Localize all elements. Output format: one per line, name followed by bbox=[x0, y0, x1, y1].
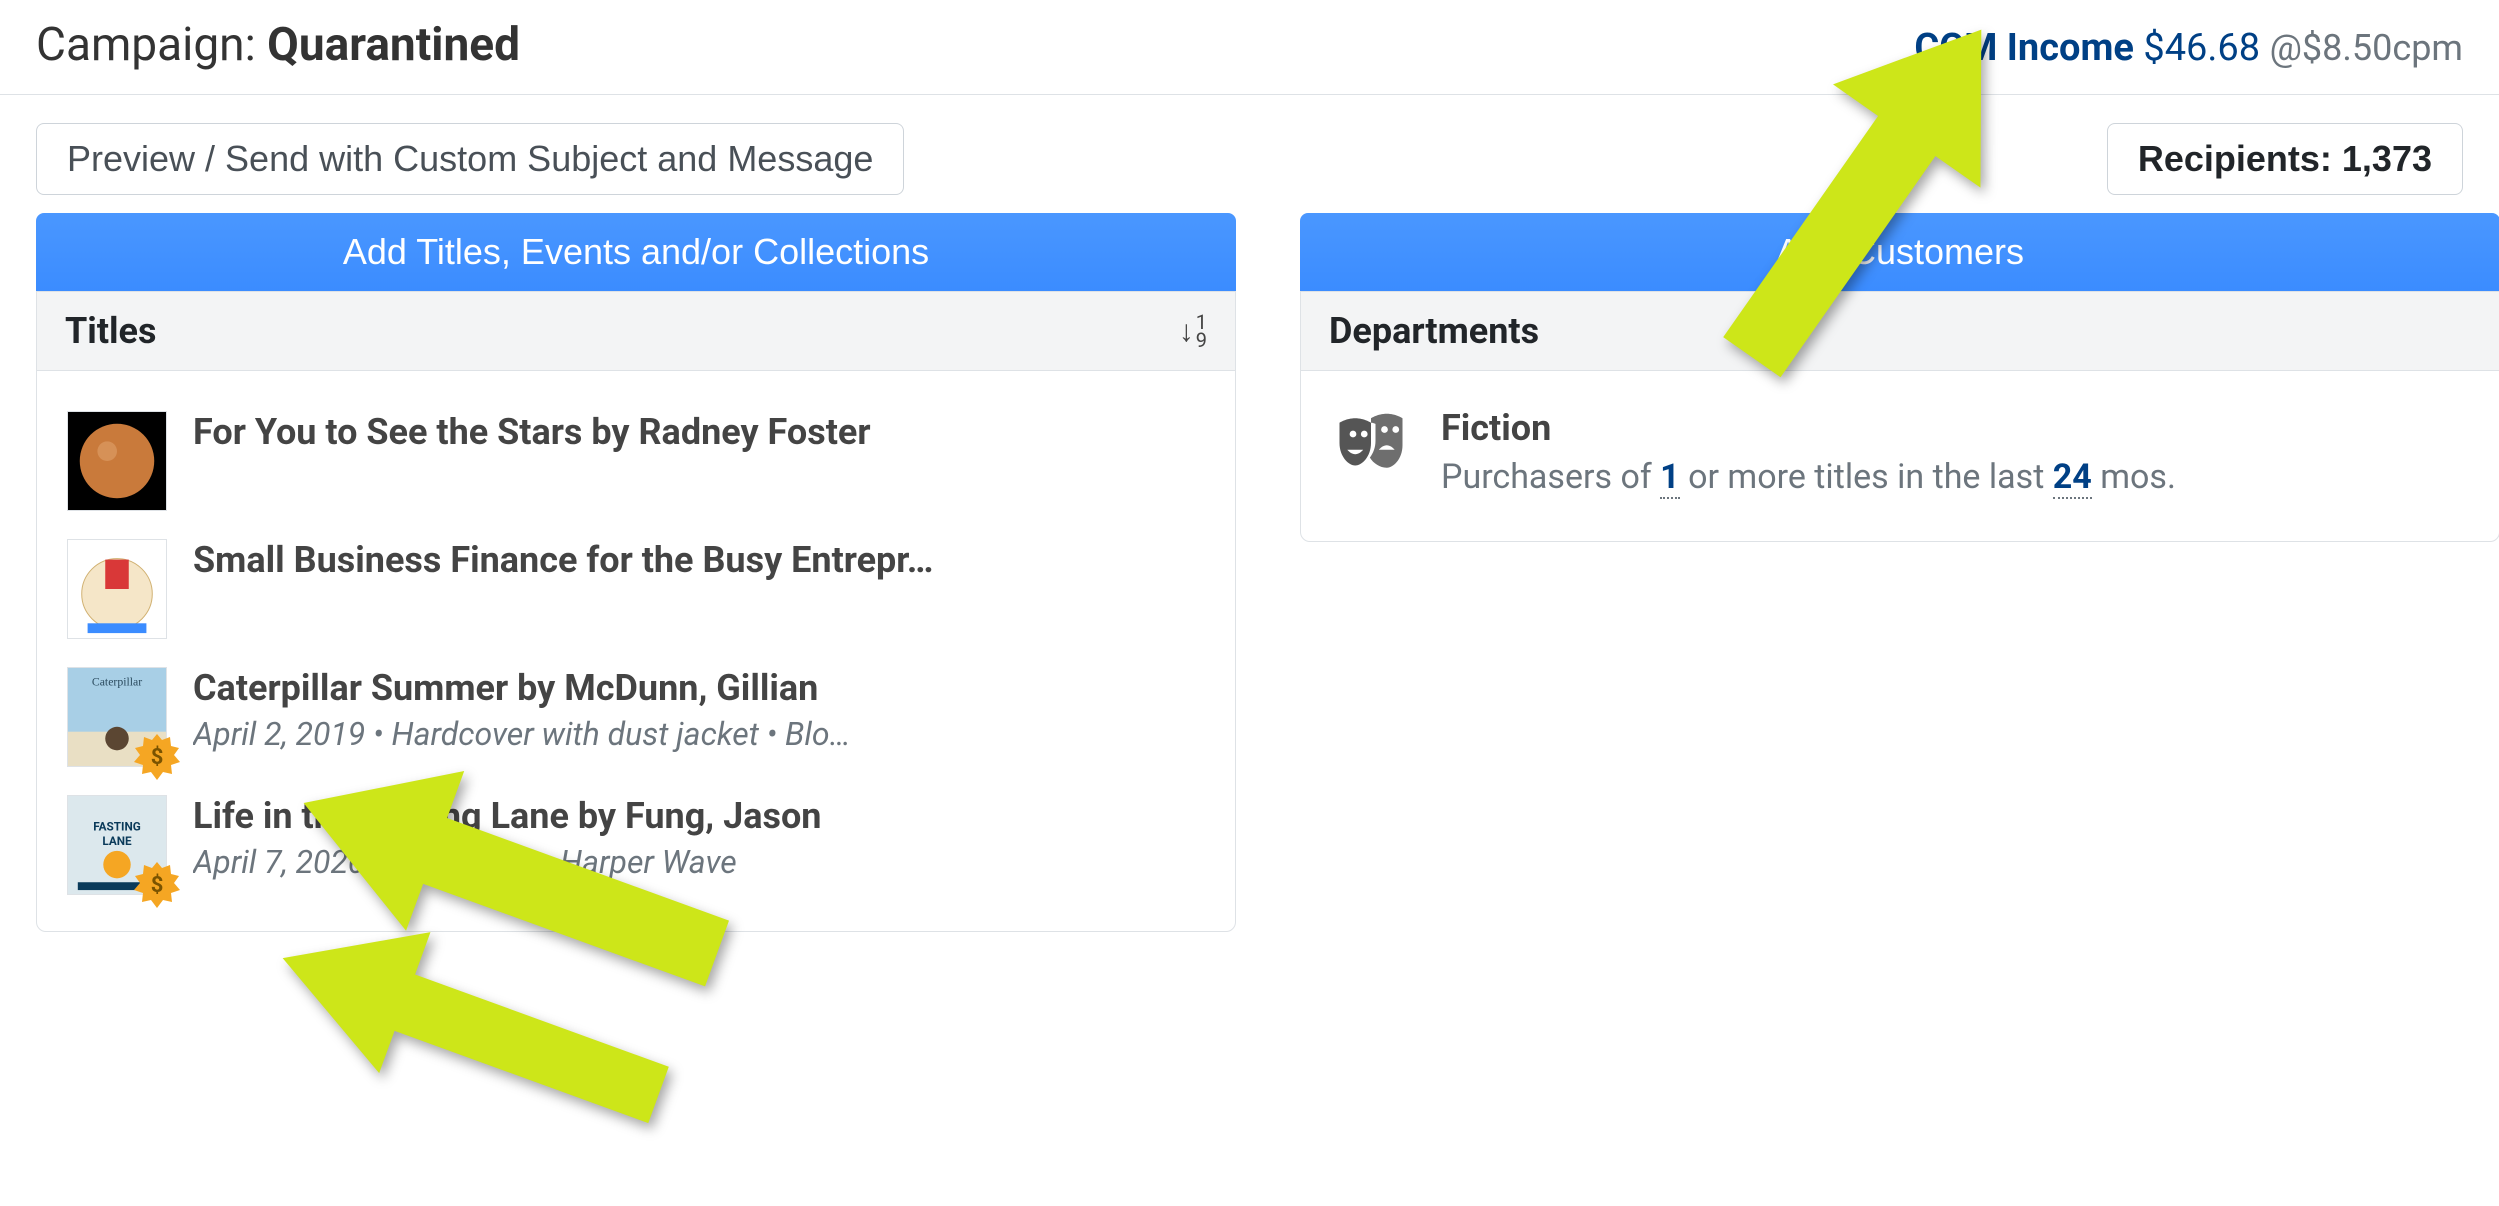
dollar-badge-icon: $ bbox=[134, 862, 180, 908]
book-thumbnail bbox=[67, 539, 167, 639]
campaign-prefix: Campaign: bbox=[36, 18, 267, 72]
campaign-name: Quarantined bbox=[267, 18, 520, 72]
titles-panel-header: Titles ↓19 bbox=[37, 292, 1235, 371]
page-title: Campaign: Quarantined bbox=[36, 18, 520, 72]
svg-text:LANE: LANE bbox=[102, 834, 132, 848]
title-name: For You to See the Stars by Radney Foste… bbox=[193, 411, 1205, 453]
add-customers-button[interactable]: Add Customers bbox=[1300, 213, 2499, 291]
preview-send-button[interactable]: Preview / Send with Custom Subject and M… bbox=[36, 123, 904, 195]
title-name: Life in the Fasting Lane by Fung, Jason bbox=[193, 795, 1205, 837]
svg-text:FASTING: FASTING bbox=[93, 819, 141, 833]
income-summary: CCM Income $46.68 @$8.50cpm bbox=[1914, 26, 2463, 70]
department-description: Purchasers of 1 or more titles in the la… bbox=[1441, 457, 2176, 497]
departments-panel: Departments Fiction Purchasers of 1 or m… bbox=[1300, 291, 2499, 542]
title-meta: April 2, 2019 • Hardcover with dust jack… bbox=[193, 715, 1205, 753]
book-thumbnail bbox=[67, 411, 167, 511]
svg-text:$: $ bbox=[151, 745, 164, 770]
departments-panel-header: Departments bbox=[1301, 292, 2499, 371]
list-item[interactable]: Caterpillar $ Caterpillar Summer by McDu… bbox=[57, 649, 1215, 777]
list-item[interactable]: FASTINGLANE $ Life in the Fasting Lane b… bbox=[57, 777, 1215, 905]
svg-text:$: $ bbox=[151, 873, 164, 898]
income-cpm: @$8.50cpm bbox=[2270, 27, 2463, 69]
recipients-button[interactable]: Recipients: 1,373 bbox=[2107, 123, 2463, 195]
title-name: Small Business Finance for the Busy Entr… bbox=[193, 539, 1205, 581]
svg-text:Caterpillar: Caterpillar bbox=[92, 676, 142, 689]
book-thumbnail: FASTINGLANE $ bbox=[67, 795, 167, 895]
theater-masks-icon bbox=[1335, 407, 1407, 497]
income-amount: $46.68 bbox=[2143, 26, 2260, 70]
dept-count-titles[interactable]: 1 bbox=[1660, 457, 1680, 499]
header-row: Campaign: Quarantined CCM Income $46.68 … bbox=[0, 0, 2499, 95]
title-name: Caterpillar Summer by McDunn, Gillian bbox=[193, 667, 1205, 709]
list-item[interactable]: For You to See the Stars by Radney Foste… bbox=[57, 393, 1215, 521]
recipients-count: 1,373 bbox=[2342, 138, 2432, 179]
sort-icon[interactable]: ↓19 bbox=[1179, 313, 1207, 349]
titles-panel: Titles ↓19 For You to See the Stars by R… bbox=[36, 291, 1236, 932]
list-item[interactable]: Small Business Finance for the Busy Entr… bbox=[57, 521, 1215, 649]
recipients-label: Recipients: bbox=[2138, 138, 2342, 179]
add-titles-button[interactable]: Add Titles, Events and/or Collections bbox=[36, 213, 1236, 291]
titles-panel-title: Titles bbox=[65, 310, 156, 352]
controls-row: Preview / Send with Custom Subject and M… bbox=[0, 95, 2499, 213]
income-label: CCM Income bbox=[1914, 26, 2134, 70]
book-thumbnail: Caterpillar $ bbox=[67, 667, 167, 767]
departments-panel-title: Departments bbox=[1329, 310, 1539, 352]
title-meta: April 7, 2020 • Hardcover • Harper Wave bbox=[193, 843, 1205, 881]
dollar-badge-icon: $ bbox=[134, 734, 180, 780]
dept-months[interactable]: 24 bbox=[2053, 457, 2092, 499]
titles-list: For You to See the Stars by Radney Foste… bbox=[37, 371, 1235, 931]
department-name: Fiction bbox=[1441, 407, 2176, 449]
